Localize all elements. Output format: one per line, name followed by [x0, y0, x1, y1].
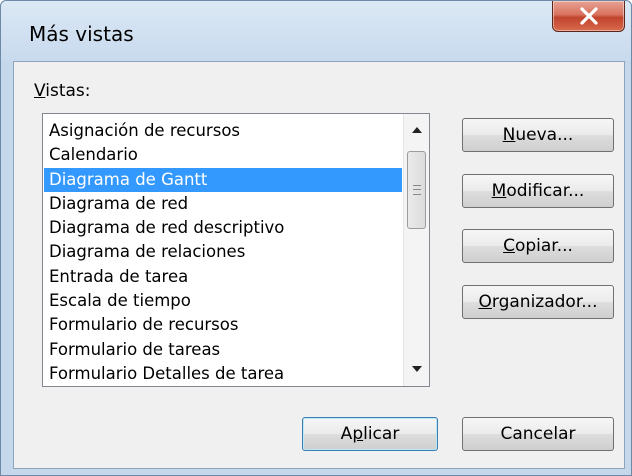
list-item[interactable]: Formulario de tareas	[44, 338, 402, 362]
copy-button[interactable]: Copiar...	[462, 229, 614, 263]
list-item[interactable]: Asignación de recursos	[44, 119, 402, 143]
grip-icon	[413, 185, 421, 195]
organizer-button[interactable]: Organizador...	[462, 285, 614, 319]
list-item[interactable]: Formulario Detalles de tarea	[44, 362, 402, 386]
views-label: Vistas:	[34, 81, 91, 101]
vertical-scrollbar[interactable]	[403, 114, 429, 386]
list-item[interactable]: Entrada de tarea	[44, 265, 402, 289]
list-item[interactable]: Diagrama de relaciones	[44, 240, 402, 264]
views-list: Asignación de recursos Calendario Diagra…	[44, 119, 402, 386]
modify-button[interactable]: Modificar...	[462, 174, 614, 208]
list-item[interactable]: Escala de tiempo	[44, 289, 402, 313]
views-listbox[interactable]: Asignación de recursos Calendario Diagra…	[42, 113, 430, 387]
apply-button[interactable]: Aplicar	[302, 417, 438, 451]
arrow-up-icon[interactable]	[412, 127, 422, 133]
dialog-title: Más vistas	[29, 22, 134, 46]
close-button[interactable]	[552, 1, 625, 32]
cancel-button[interactable]: Cancelar	[462, 417, 614, 451]
list-item-selected[interactable]: Diagrama de Gantt	[44, 167, 402, 192]
list-item[interactable]: Calendario	[44, 143, 402, 167]
arrow-down-icon[interactable]	[412, 366, 422, 372]
close-icon	[580, 7, 598, 25]
list-item[interactable]: Diagrama de red descriptivo	[44, 216, 402, 240]
new-button[interactable]: Nueva...	[462, 118, 614, 152]
more-views-dialog: Más vistas Vistas: Asignación de recurso…	[0, 0, 632, 476]
dialog-body: Vistas: Asignación de recursos Calendari…	[13, 61, 625, 469]
list-item[interactable]: Formulario de recursos	[44, 313, 402, 337]
scrollbar-thumb[interactable]	[407, 151, 426, 229]
list-item[interactable]: Diagrama de red	[44, 192, 402, 216]
title-bar: Más vistas	[1, 1, 631, 61]
